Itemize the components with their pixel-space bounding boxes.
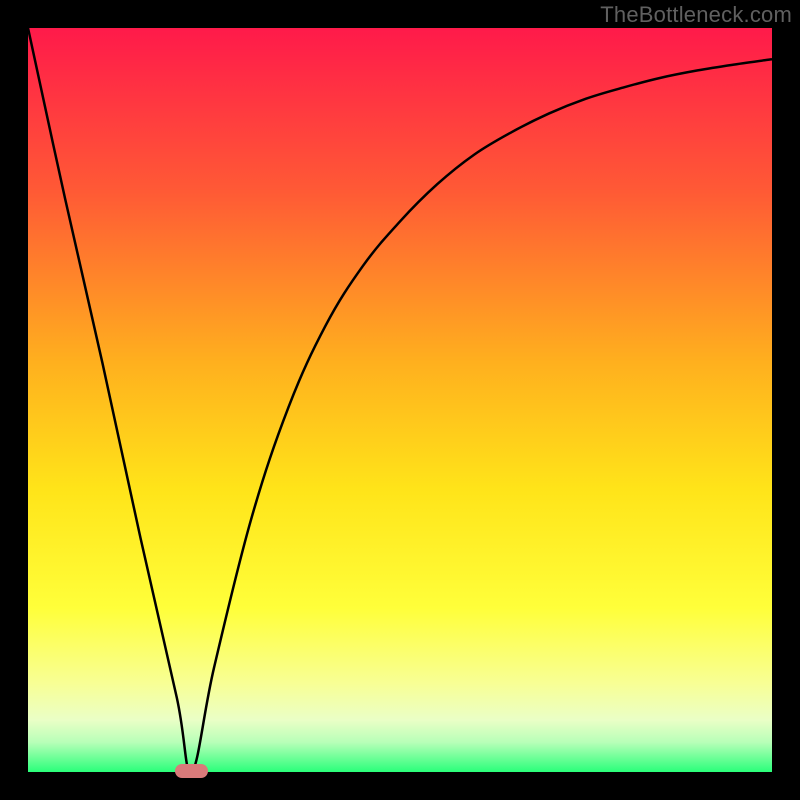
chart-frame [28, 28, 772, 772]
curve-path [28, 28, 772, 772]
bottleneck-curve [28, 28, 772, 772]
watermark-text: TheBottleneck.com [600, 2, 792, 28]
minimum-marker [175, 764, 208, 778]
